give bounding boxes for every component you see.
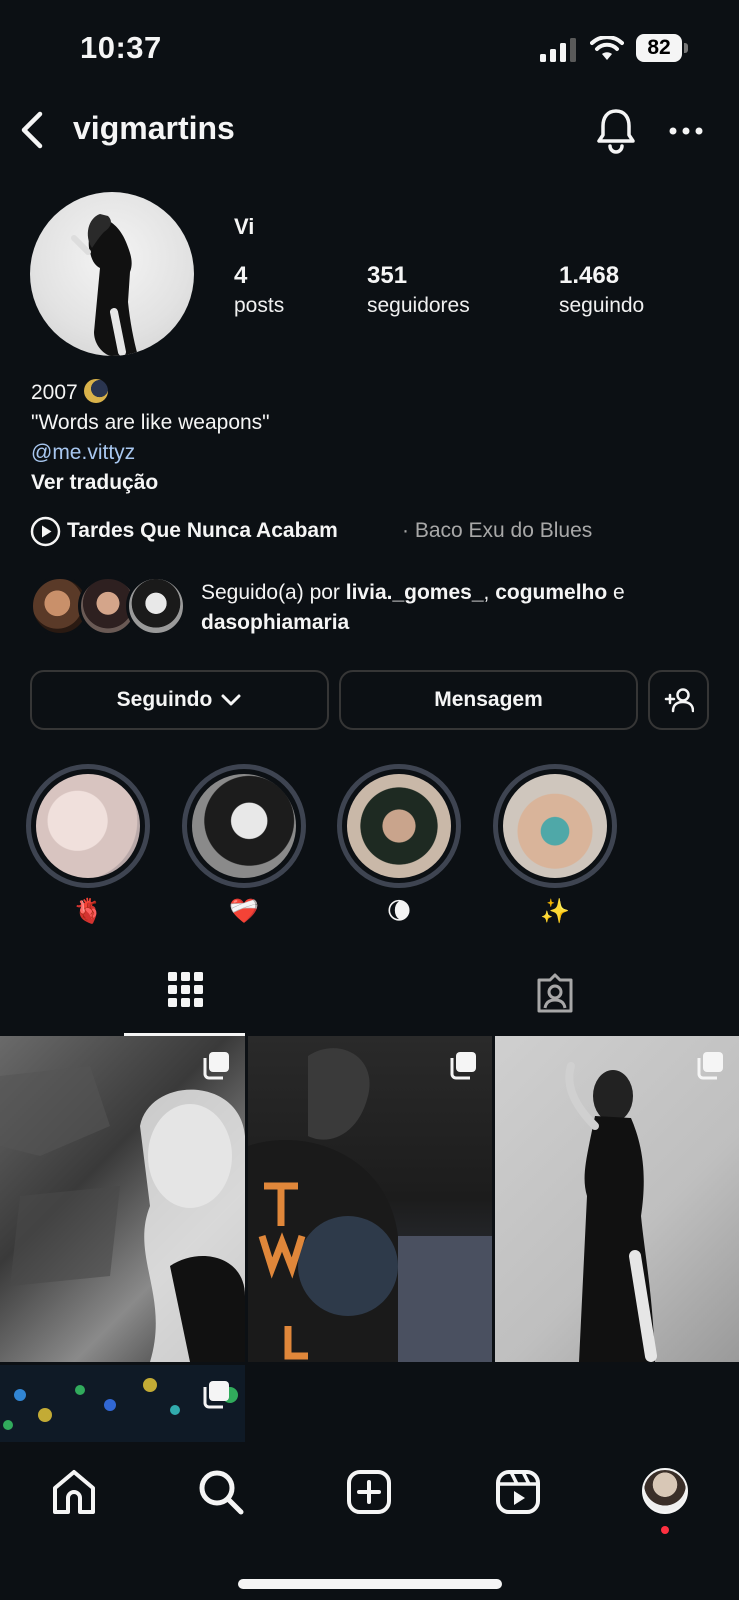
follower-avatar (126, 576, 186, 636)
highlight-ring (493, 764, 617, 888)
carousel-icon (203, 1381, 229, 1409)
followed-user-1[interactable]: livia._gomes_ (346, 581, 484, 604)
post-thumbnail[interactable] (0, 1036, 245, 1362)
chevron-down-icon (221, 694, 241, 706)
story-highlight[interactable]: ✨ (493, 764, 617, 926)
battery-level: 82 (636, 34, 682, 62)
post-photo (248, 1048, 492, 1362)
post-thumbnail[interactable] (495, 1036, 739, 1362)
highlight-ring (26, 764, 150, 888)
message-button-label: Mensagem (434, 688, 543, 711)
post-thumbnail[interactable] (248, 1036, 492, 1362)
stat-posts-value: 4 (234, 262, 248, 289)
bell-icon[interactable] (594, 106, 638, 154)
following-button[interactable]: Seguindo (30, 670, 329, 730)
tagged-person-icon (537, 973, 573, 1013)
home-icon[interactable] (50, 1468, 98, 1516)
bio-quote: "Words are like weapons" (31, 411, 270, 434)
tab-posts-grid[interactable] (0, 950, 369, 1036)
music-separator: · (402, 519, 415, 542)
stat-followers[interactable]: 351 seguidores (367, 262, 470, 318)
battery-indicator: 82 (636, 34, 688, 62)
notification-dot (661, 1526, 669, 1534)
add-user-icon (664, 688, 694, 713)
followed-by-text: Seguido(a) por livia._gomes_, cogumelho … (201, 578, 711, 638)
carousel-icon (450, 1052, 476, 1080)
followed-conjunction: e (607, 581, 625, 604)
grid-icon (168, 972, 203, 1007)
profile-bio: 2007 "Words are like weapons" @me.vittyz… (31, 378, 270, 498)
story-highlight[interactable]: 🫀 (26, 764, 150, 926)
search-icon[interactable] (197, 1468, 245, 1516)
highlight-label: 🌘 (386, 898, 412, 925)
music-artist: Baco Exu do Blues (414, 519, 593, 542)
following-button-label: Seguindo (116, 688, 213, 711)
profile-screen: 10:37 82 vigmartins Vi 4 posts 351 segui… (0, 0, 739, 1600)
stat-followers-label: seguidores (367, 294, 470, 317)
highlight-cover (503, 774, 607, 878)
highlight-label: ✨ (540, 898, 570, 925)
see-translation-link[interactable]: Ver tradução (31, 468, 270, 498)
stat-following[interactable]: 1.468 seguindo (559, 262, 644, 318)
followed-user-3[interactable]: dasophiamaria (201, 611, 349, 634)
stat-posts-label: posts (234, 294, 285, 317)
more-options-icon[interactable] (668, 116, 704, 146)
story-highlight[interactable]: 🌘 (337, 764, 461, 926)
battery-tip (684, 43, 688, 53)
highlight-ring (182, 764, 306, 888)
reels-icon[interactable] (494, 1468, 542, 1516)
profile-avatar[interactable] (30, 192, 194, 356)
highlight-ring (337, 764, 461, 888)
highlight-cover (192, 774, 296, 878)
profile-header: vigmartins (0, 100, 739, 160)
post-thumbnail[interactable] (0, 1365, 245, 1442)
create-post-icon[interactable] (345, 1468, 393, 1516)
bio-year: 2007 (31, 381, 78, 404)
followed-by[interactable]: Seguido(a) por livia._gomes_, cogumelho … (30, 574, 720, 644)
profile-display-name: Vi (234, 214, 255, 239)
highlight-label: ❤️‍🩹 (229, 898, 259, 925)
suggest-user-button[interactable] (648, 670, 709, 730)
highlight-cover (36, 774, 140, 878)
status-time: 10:37 (80, 30, 162, 65)
wifi-icon (590, 36, 624, 60)
bio-line-year: 2007 (31, 378, 270, 408)
highlight-label: 🫀 (73, 898, 103, 925)
carousel-icon (203, 1052, 229, 1080)
stat-following-value: 1.468 (559, 262, 620, 289)
bottom-navigation (0, 1442, 739, 1600)
highlight-cover (347, 774, 451, 878)
post-photo (565, 1062, 657, 1362)
stat-posts[interactable]: 4 posts (234, 262, 284, 318)
profile-tab-avatar[interactable] (642, 1468, 688, 1514)
music-title: Tardes Que Nunca Acabam (67, 519, 338, 542)
moon-emoji-icon (83, 379, 108, 403)
status-bar: 10:37 82 (0, 0, 739, 100)
followed-comma: , (483, 581, 496, 604)
cellular-signal-icon (540, 38, 576, 62)
content-tabs (0, 950, 739, 1036)
play-circle-icon (30, 516, 61, 547)
bio-link[interactable]: @me.vittyz (31, 438, 270, 468)
tab-tagged[interactable] (369, 950, 739, 1036)
followed-prefix: Seguido(a) por (201, 581, 346, 604)
message-button[interactable]: Mensagem (339, 670, 638, 730)
music-artist-line: · Baco Exu do Blues (402, 519, 592, 543)
post-photo (0, 1066, 245, 1362)
story-highlight[interactable]: ❤️‍🩹 (182, 764, 306, 926)
avatar-photo (71, 214, 138, 356)
home-indicator (238, 1579, 502, 1589)
profile-username: vigmartins (73, 110, 235, 146)
stat-followers-value: 351 (367, 262, 408, 289)
carousel-icon (697, 1052, 723, 1080)
followed-user-2[interactable]: cogumelho (495, 581, 607, 604)
back-arrow-icon[interactable] (14, 108, 54, 152)
stat-following-label: seguindo (559, 294, 645, 317)
